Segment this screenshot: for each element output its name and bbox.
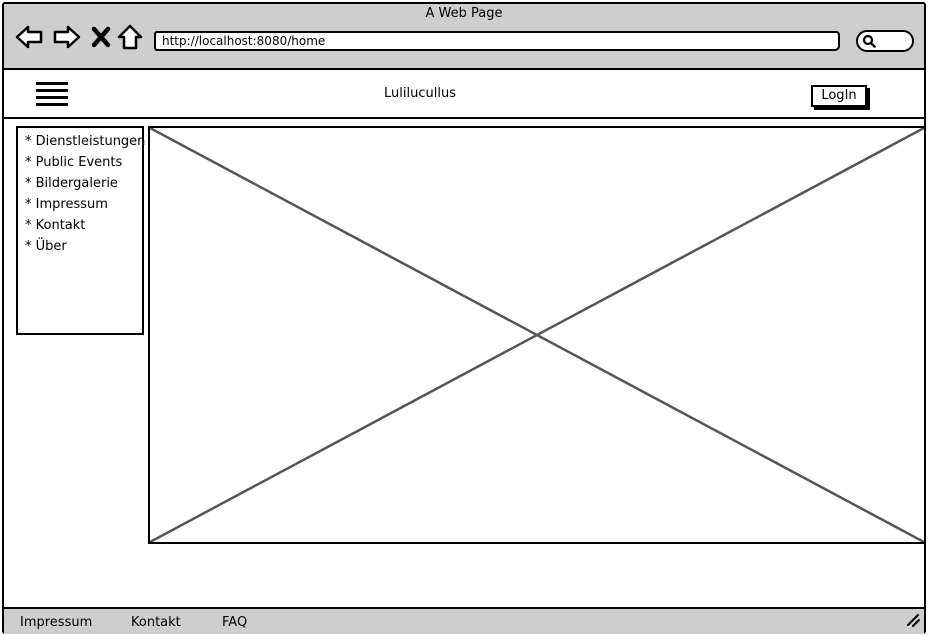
footer-bar: Impressum Kontakt FAQ [4,607,924,634]
footer-link-impressum[interactable]: Impressum [20,615,92,630]
sidebar-item-dienstleistungen[interactable]: * Dienstleistungen [25,131,145,152]
login-button[interactable]: LogIn [811,85,867,107]
stop-button[interactable] [86,22,116,52]
sidebar-item-kontakt[interactable]: * Kontakt [25,215,142,236]
home-icon [117,24,143,50]
search-field[interactable] [856,30,914,52]
address-bar[interactable]: http://localhost:8080/home [154,31,840,51]
sidebar-menu: * Dienstleistungen * Public Events * Bil… [16,126,145,335]
back-button[interactable] [14,22,44,52]
resize-grip-icon[interactable] [906,612,920,627]
image-placeholder-icon [150,128,924,542]
home-button[interactable] [115,22,145,52]
sidebar-item-bildergalerie[interactable]: * Bildergalerie [25,173,142,194]
footer-link-kontakt[interactable]: Kontakt [131,615,181,630]
sidebar-item-ueber[interactable]: * Über [25,236,142,257]
search-icon [862,34,876,48]
stop-x-icon [91,26,111,48]
back-arrow-icon [15,25,43,49]
sidebar-item-public-events[interactable]: * Public Events [25,152,142,173]
forward-button[interactable] [52,22,82,52]
forward-arrow-icon [53,25,81,49]
image-placeholder [148,126,926,544]
brand-title: Lulilucullus [384,86,456,101]
window-title: A Web Page [425,6,503,21]
sidebar-item-impressum[interactable]: * Impressum [25,194,142,215]
footer-link-faq[interactable]: FAQ [222,615,247,630]
